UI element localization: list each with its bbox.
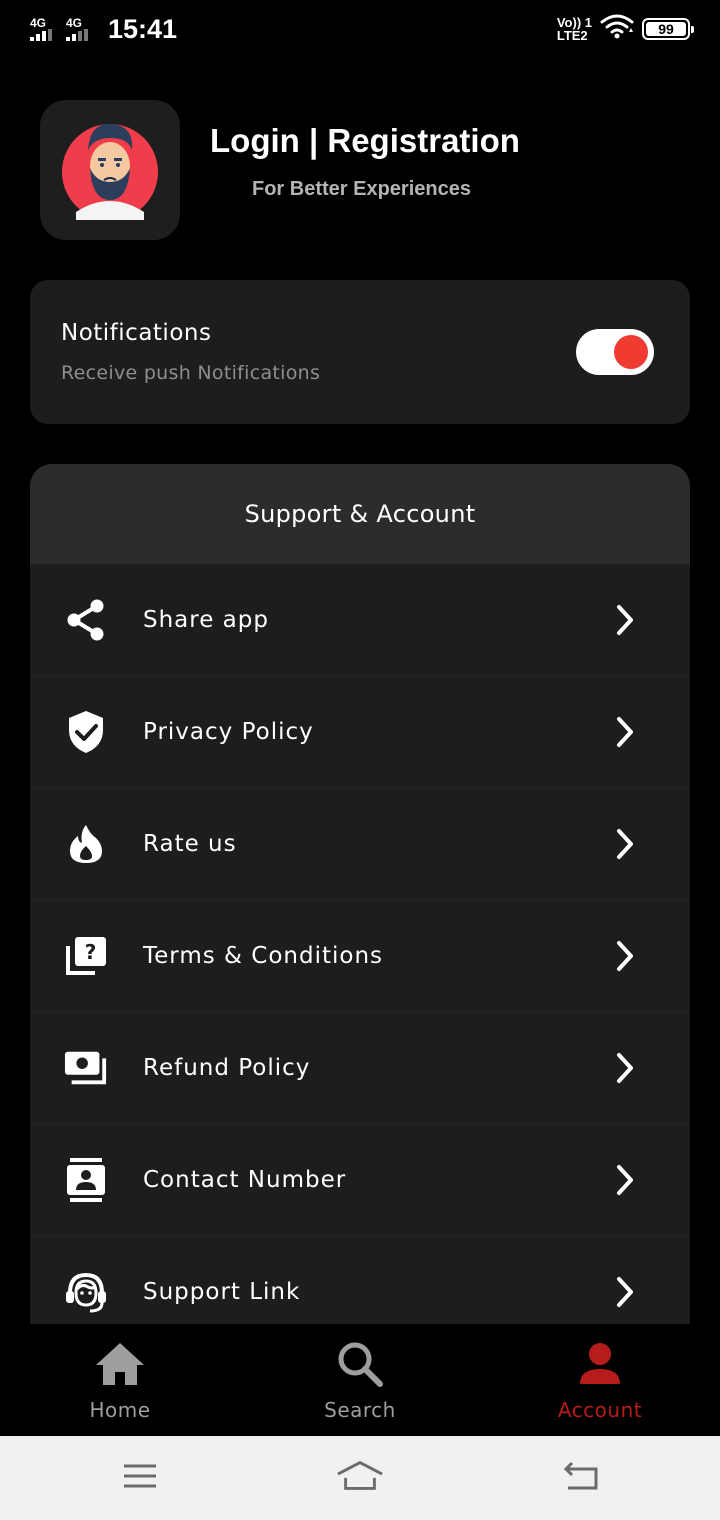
status-left: 4G 4G 15:41	[30, 14, 177, 45]
support-agent-icon	[64, 1270, 108, 1314]
menu-item-label: Contact Number	[143, 1166, 347, 1193]
network-type-label: 4G	[66, 16, 83, 30]
notifications-toggle[interactable]	[576, 329, 654, 375]
signal-indicator-1: 4G	[30, 17, 58, 41]
menu-item-label: Share app	[143, 606, 269, 633]
chevron-right-icon	[614, 940, 636, 972]
signal-indicator-2: 4G	[66, 17, 94, 41]
menu-item-privacy-policy[interactable]: Privacy Policy	[30, 676, 690, 788]
menu-item-label: Terms & Conditions	[143, 942, 384, 969]
clock: 15:41	[108, 13, 178, 44]
flame-icon	[64, 822, 108, 866]
search-icon	[334, 1340, 386, 1388]
nav-label: Account	[557, 1398, 643, 1422]
account-icon	[574, 1340, 626, 1388]
status-bar: 4G 4G 15:41 Vo)) 1 LTE2 99	[0, 0, 720, 58]
network-type-label: 4G	[30, 16, 47, 30]
system-navigation-bar	[0, 1436, 720, 1520]
login-registration-title[interactable]: Login | Registration	[210, 122, 520, 160]
chevron-right-icon	[614, 1052, 636, 1084]
back-icon[interactable]	[556, 1456, 604, 1496]
volte-indicator: Vo)) 1 LTE2	[557, 16, 592, 42]
menu-item-label: Rate us	[143, 830, 237, 857]
battery-level: 99	[658, 21, 674, 37]
menu-item-contact-number[interactable]: Contact Number	[30, 1124, 690, 1236]
nav-home[interactable]: Home	[0, 1324, 240, 1436]
wifi-icon	[600, 14, 634, 44]
nav-label: Search	[324, 1398, 396, 1422]
menu-item-label: Refund Policy	[143, 1054, 311, 1081]
home-button-icon[interactable]	[336, 1456, 384, 1496]
nav-account[interactable]: Account	[480, 1324, 720, 1436]
signal-bars-icon	[30, 29, 52, 41]
support-account-header: Support & Account	[30, 464, 690, 564]
avatar[interactable]	[40, 100, 180, 240]
chevron-right-icon	[614, 716, 636, 748]
menu-item-label: Privacy Policy	[143, 718, 314, 745]
bottom-navigation: Home Search Account	[0, 1324, 720, 1436]
contact-card-icon	[64, 1157, 108, 1202]
menu-item-support-link[interactable]: Support Link	[30, 1236, 690, 1324]
support-account-card: Support & Account Share app Privacy Poli…	[30, 464, 690, 1324]
menu-item-label: Support Link	[143, 1278, 301, 1305]
chevron-right-icon	[614, 604, 636, 636]
profile-text[interactable]: Login | Registration For Better Experien…	[210, 100, 520, 201]
chevron-right-icon	[614, 1276, 636, 1308]
lte-label: LTE2	[556, 28, 588, 43]
menu-item-refund-policy[interactable]: Refund Policy	[30, 1012, 690, 1124]
chevron-right-icon	[614, 1164, 636, 1196]
question-cards-icon: ?	[64, 934, 108, 978]
share-icon	[64, 598, 108, 642]
notifications-card: Notifications Receive push Notifications	[30, 280, 690, 424]
chevron-right-icon	[614, 828, 636, 860]
svg-text:?: ?	[85, 940, 97, 964]
status-right: Vo)) 1 LTE2 99	[557, 14, 694, 44]
shield-check-icon	[64, 710, 108, 754]
profile-subtitle: For Better Experiences	[252, 178, 471, 200]
menu-icon[interactable]	[116, 1456, 164, 1496]
battery-icon: 99	[642, 18, 694, 40]
money-icon	[64, 1046, 108, 1090]
user-avatar-icon	[62, 123, 158, 220]
menu-item-rate-us[interactable]: Rate us	[30, 788, 690, 900]
signal-bars-icon	[66, 29, 88, 41]
menu-item-share-app[interactable]: Share app	[30, 564, 690, 676]
profile-header[interactable]: Login | Registration For Better Experien…	[40, 100, 680, 240]
toggle-knob	[614, 335, 648, 369]
nav-search[interactable]: Search	[240, 1324, 480, 1436]
home-icon	[94, 1340, 146, 1388]
menu-item-terms-conditions[interactable]: ? Terms & Conditions	[30, 900, 690, 1012]
nav-label: Home	[89, 1398, 151, 1422]
